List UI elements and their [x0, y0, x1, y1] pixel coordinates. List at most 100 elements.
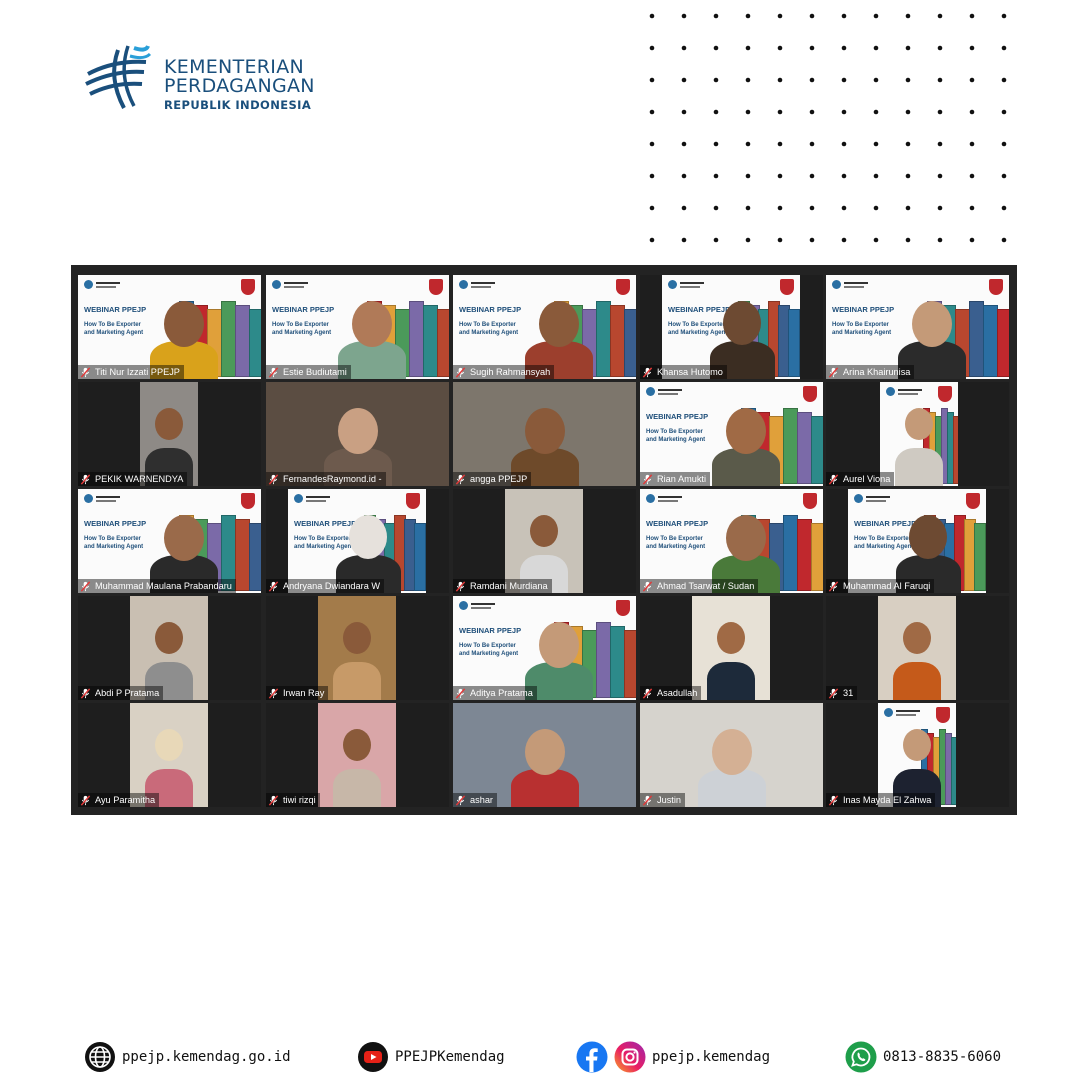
- participant-tile[interactable]: Ayu Paramitha: [78, 703, 261, 807]
- participant-tile[interactable]: tiwi rizqi: [266, 703, 449, 807]
- participant-tile[interactable]: ashar: [453, 703, 636, 807]
- participant-name-label: tiwi rizqi: [266, 793, 320, 807]
- participant-name-label: Muhammad Maulana Prabandaru: [78, 579, 236, 593]
- youtube-icon: [358, 1042, 388, 1072]
- participant-video: [266, 275, 449, 379]
- participant-name: Arina Khairunisa: [843, 367, 911, 377]
- video-feed: [318, 596, 396, 700]
- video-feed: [130, 703, 208, 807]
- participant-video: [318, 596, 396, 700]
- footer-youtube[interactable]: PPEJPKemendag: [357, 1040, 505, 1074]
- muted-mic-icon: [268, 794, 279, 806]
- muted-mic-icon: [828, 687, 839, 699]
- footer-website[interactable]: ppejp.kemendag.go.id: [84, 1040, 291, 1074]
- participant-name: Rian Amukti: [657, 474, 707, 484]
- participant-tile[interactable]: 31: [826, 596, 1009, 700]
- muted-mic-icon: [642, 687, 653, 699]
- participant-tile[interactable]: angga PPEJP: [453, 382, 636, 486]
- participant-video: [826, 275, 1009, 379]
- video-feed: [140, 382, 198, 486]
- participant-tile[interactable]: WEBINAR PPEJP How To Be Exporter and Mark…: [78, 489, 261, 593]
- participant-video: [318, 703, 396, 807]
- video-feed: WEBINAR PPEJP How To Be Exporter and Mark…: [640, 489, 823, 593]
- participant-name-label: Muhammad Al Faruqi: [826, 579, 935, 593]
- participant-video: [848, 489, 986, 593]
- video-feed: [453, 703, 636, 807]
- participant-tile[interactable]: Inas Mayda El Zahwa: [826, 703, 1009, 807]
- website-text: ppejp.kemendag.go.id: [122, 1049, 291, 1065]
- participant-name: angga PPEJP: [470, 474, 528, 484]
- video-feed: WEBINAR PPEJP How To Be Exporter and Mark…: [78, 489, 261, 593]
- participant-name: Ramdani Murdiana: [470, 581, 548, 591]
- participant-tile[interactable]: Abdi P Pratama: [78, 596, 261, 700]
- participant-tile[interactable]: WEBINAR PPEJP How To Be Exporter and Mark…: [453, 596, 636, 700]
- participant-name-label: Sugih Rahmansyah: [453, 365, 555, 379]
- participant-tile[interactable]: WEBINAR PPEJP How To Be Exporter and Mark…: [826, 275, 1009, 379]
- participant-name-label: Estie Budiutami: [266, 365, 351, 379]
- footer-whatsapp[interactable]: 0813-8835-6060: [845, 1040, 1001, 1074]
- participant-tile[interactable]: FernandesRaymond.id -: [266, 382, 449, 486]
- participant-tile[interactable]: WEBINAR PPEJP How To Be Exporter and Mark…: [640, 275, 823, 379]
- participant-tile[interactable]: WEBINAR PPEJP How To Be Exporter and Mark…: [266, 275, 449, 379]
- participant-name-label: Abdi P Pratama: [78, 686, 164, 700]
- participant-tile[interactable]: Irwan Ray: [266, 596, 449, 700]
- participant-tile[interactable]: PEKIK WARNENDYA: [78, 382, 261, 486]
- participant-name: Titi Nur Izzati PPEJP: [95, 367, 180, 377]
- participant-tile[interactable]: WEBINAR PPEJP How To Be Exporter and Mark…: [78, 275, 261, 379]
- participant-tile[interactable]: Ramdani Murdiana: [453, 489, 636, 593]
- participant-name-label: Rian Amukti: [640, 472, 711, 486]
- participant-name: Ayu Paramitha: [95, 795, 156, 805]
- participant-name: Muhammad Maulana Prabandaru: [95, 581, 232, 591]
- muted-mic-icon: [455, 794, 466, 806]
- muted-mic-icon: [642, 794, 653, 806]
- participant-name-label: Aurel Viona: [826, 472, 895, 486]
- facebook-icon[interactable]: [576, 1041, 608, 1073]
- participant-name-label: Inas Mayda El Zahwa: [826, 793, 936, 807]
- video-feed: WEBINAR PPEJP How To Be Exporter and Mark…: [266, 275, 449, 379]
- participant-name-label: Aditya Pratama: [453, 686, 537, 700]
- participant-name-label: ashar: [453, 793, 497, 807]
- footer-social[interactable]: ppejp.kemendag: [576, 1040, 770, 1074]
- participant-video: [453, 382, 636, 486]
- participant-name: Andryana Dwiandara W: [283, 581, 381, 591]
- participant-tile[interactable]: Aurel Viona: [826, 382, 1009, 486]
- muted-mic-icon: [455, 580, 466, 592]
- participant-name: Sugih Rahmansyah: [470, 367, 551, 377]
- ministry-logo: KEMENTERIAN PERDAGANGAN REPUBLIK INDONES…: [84, 44, 324, 112]
- participant-video: [453, 703, 636, 807]
- video-feed: WEBINAR PPEJP How To Be Exporter and Mark…: [662, 275, 800, 379]
- muted-mic-icon: [455, 687, 466, 699]
- participant-tile[interactable]: WEBINAR PPEJP How To Be Exporter and Mark…: [640, 489, 823, 593]
- participant-name-label: Arina Khairunisa: [826, 365, 915, 379]
- participant-name-label: Asadullah: [640, 686, 702, 700]
- muted-mic-icon: [828, 473, 839, 485]
- video-feed: [130, 596, 208, 700]
- participant-name: Justin: [657, 795, 682, 805]
- participant-video: [640, 489, 823, 593]
- participant-video: [78, 275, 261, 379]
- participant-tile[interactable]: WEBINAR PPEJP How To Be Exporter and Mark…: [266, 489, 449, 593]
- video-feed: [266, 382, 449, 486]
- participant-name-label: Ahmad Tsarwat / Sudan: [640, 579, 759, 593]
- participant-tile[interactable]: WEBINAR PPEJP How To Be Exporter and Mark…: [640, 382, 823, 486]
- participant-name: Estie Budiutami: [283, 367, 347, 377]
- participant-name: tiwi rizqi: [283, 795, 316, 805]
- muted-mic-icon: [828, 580, 839, 592]
- participant-video: [130, 596, 208, 700]
- muted-mic-icon: [80, 580, 91, 592]
- participant-tile[interactable]: WEBINAR PPEJP How To Be Exporter and Mark…: [453, 275, 636, 379]
- participant-tile[interactable]: WEBINAR PPEJP How To Be Exporter and Mark…: [826, 489, 1009, 593]
- muted-mic-icon: [455, 366, 466, 378]
- participant-name: Ahmad Tsarwat / Sudan: [657, 581, 755, 591]
- participant-name-label: Irwan Ray: [266, 686, 329, 700]
- instagram-icon[interactable]: [614, 1041, 646, 1073]
- participant-name: Asadullah: [657, 688, 698, 698]
- participant-tile[interactable]: Asadullah: [640, 596, 823, 700]
- participant-video: [288, 489, 426, 593]
- participant-video: [880, 382, 958, 486]
- logo-line-3: REPUBLIK INDONESIA: [164, 98, 312, 112]
- muted-mic-icon: [642, 580, 653, 592]
- participant-video: [878, 703, 956, 807]
- muted-mic-icon: [828, 366, 839, 378]
- participant-tile[interactable]: Justin: [640, 703, 823, 807]
